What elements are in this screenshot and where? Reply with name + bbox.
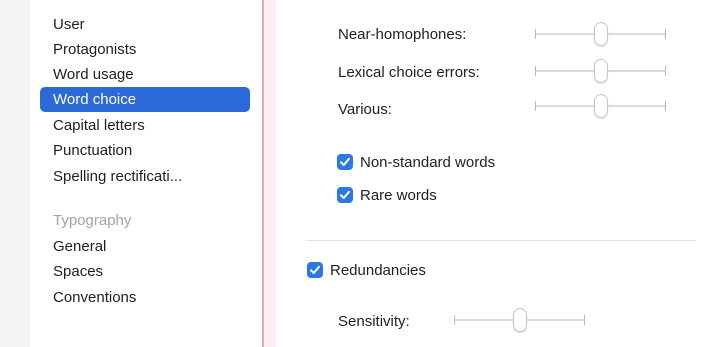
slider-knob[interactable] — [593, 59, 608, 83]
sidebar: User Protagonists Word usage Word choice… — [30, 0, 260, 347]
near-homophones-slider[interactable] — [535, 22, 666, 46]
sidebar-item-word-usage[interactable]: Word usage — [40, 62, 250, 87]
sidebar-item-user[interactable]: User — [40, 12, 250, 37]
sidebar-item-spelling-rectification[interactable]: Spelling rectificati... — [40, 164, 250, 189]
slider-min-tick — [535, 101, 536, 111]
sidebar-section-typography: Typography — [53, 212, 132, 229]
slider-min-tick — [535, 66, 536, 76]
sidebar-item-conventions[interactable]: Conventions — [40, 285, 250, 310]
checkmark-icon — [310, 265, 320, 274]
rare-words-checkbox[interactable] — [337, 187, 353, 203]
sidebar-item-spaces[interactable]: Spaces — [40, 259, 250, 284]
slider-max-tick — [665, 29, 666, 39]
sensitivity-label: Sensitivity: — [338, 313, 410, 330]
sidebar-divider-shade — [264, 0, 276, 347]
sidebar-item-punctuation[interactable]: Punctuation — [40, 138, 250, 163]
sensitivity-slider[interactable] — [454, 308, 585, 332]
slider-min-tick — [535, 29, 536, 39]
slider-max-tick — [584, 315, 585, 325]
slider-max-tick — [665, 66, 666, 76]
non-standard-words-checkbox[interactable] — [337, 154, 353, 170]
various-slider[interactable] — [535, 94, 666, 118]
section-separator — [306, 240, 696, 241]
near-homophones-label: Near-homophones: — [338, 26, 467, 43]
sidebar-item-protagonists[interactable]: Protagonists — [40, 37, 250, 62]
slider-knob[interactable] — [593, 22, 608, 46]
lexical-choice-errors-slider[interactable] — [535, 59, 666, 83]
sidebar-item-word-choice[interactable]: Word choice — [40, 87, 250, 112]
slider-knob[interactable] — [593, 94, 608, 118]
slider-max-tick — [665, 101, 666, 111]
lexical-choice-errors-label: Lexical choice errors: — [338, 64, 480, 81]
redundancies-label[interactable]: Redundancies — [330, 262, 426, 279]
rare-words-label[interactable]: Rare words — [360, 187, 437, 204]
sidebar-item-general[interactable]: General — [40, 234, 250, 259]
checkmark-icon — [340, 190, 350, 199]
sidebar-item-capital-letters[interactable]: Capital letters — [40, 113, 250, 138]
non-standard-words-label[interactable]: Non-standard words — [360, 154, 495, 171]
window-left-gutter — [0, 0, 30, 347]
slider-min-tick — [454, 315, 455, 325]
various-label: Various: — [338, 101, 392, 118]
redundancies-checkbox[interactable] — [307, 262, 323, 278]
slider-knob[interactable] — [512, 308, 527, 332]
settings-panel — [276, 0, 706, 347]
checkmark-icon — [340, 157, 350, 166]
